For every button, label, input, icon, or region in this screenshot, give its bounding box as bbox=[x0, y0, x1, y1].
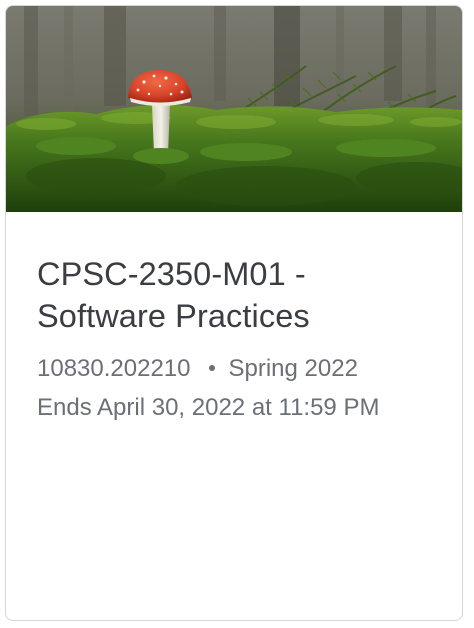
course-card-body: CPSC-2350-M01 - Software Practices 10830… bbox=[37, 253, 437, 427]
course-card[interactable]: CPSC-2350-M01 - Software Practices 10830… bbox=[5, 5, 463, 621]
course-hero-image[interactable] bbox=[6, 6, 462, 212]
course-term-line: 10830.202210 Spring 2022 bbox=[37, 349, 437, 389]
course-title[interactable]: CPSC-2350-M01 - Software Practices bbox=[37, 253, 437, 337]
course-end-date: Ends April 30, 2022 at 11:59 PM bbox=[37, 394, 380, 421]
course-section-code: 10830.202210 bbox=[37, 355, 191, 382]
course-term: Spring 2022 bbox=[228, 355, 358, 382]
separator-dot-icon bbox=[208, 364, 215, 371]
